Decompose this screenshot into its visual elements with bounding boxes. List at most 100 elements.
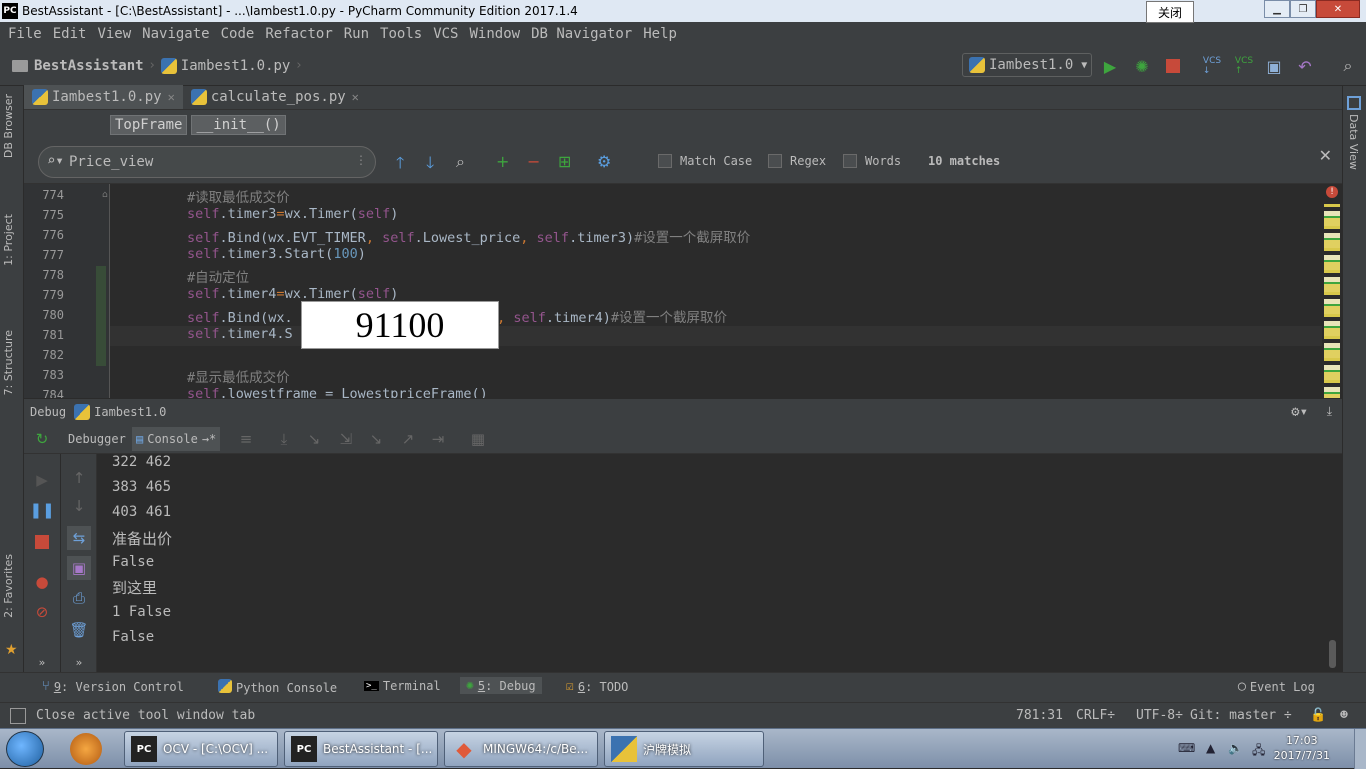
tool-project[interactable]: 1: Project bbox=[2, 214, 15, 266]
words-checkbox[interactable]: Words bbox=[843, 154, 901, 168]
pinned-app-icon[interactable] bbox=[70, 733, 102, 765]
menu-window[interactable]: Window bbox=[470, 26, 521, 42]
clear-all-icon[interactable]: 🗑 bbox=[69, 620, 89, 640]
history-icon[interactable]: ▣ bbox=[1264, 56, 1284, 76]
more-icon[interactable]: » bbox=[69, 652, 89, 672]
mute-breakpoints-icon[interactable]: ⊘ bbox=[32, 602, 52, 622]
arrow-up-icon[interactable]: 🡑 bbox=[396, 152, 404, 179]
breadcrumb-class[interactable]: TopFrame bbox=[110, 115, 188, 135]
rerun-icon[interactable]: ↻ bbox=[32, 429, 52, 449]
error-stripe[interactable]: ! bbox=[1322, 184, 1342, 398]
scroll-to-end-icon[interactable]: ▣ bbox=[67, 556, 91, 580]
gear-icon[interactable]: ⚙▾ bbox=[1291, 404, 1308, 420]
add-occurrence-icon[interactable]: + bbox=[496, 152, 509, 171]
menu-vcs[interactable]: VCS bbox=[433, 26, 458, 42]
console-output[interactable]: 322 462 383 465 403 461 准备出价 False 到这里 1… bbox=[97, 454, 1342, 672]
close-icon[interactable]: ✕ bbox=[352, 90, 359, 104]
arrow-down-icon[interactable]: 🡓 bbox=[426, 152, 434, 179]
tool-favorites[interactable]: 2: Favorites bbox=[2, 554, 15, 618]
keyboard-icon[interactable]: ⌨ bbox=[1178, 741, 1195, 755]
tab-debugger[interactable]: Debugger bbox=[64, 427, 130, 451]
resume-icon[interactable]: ▶ bbox=[32, 470, 52, 490]
show-hidden-icons-icon[interactable]: ▲ bbox=[1206, 741, 1215, 755]
menu-help[interactable]: Help bbox=[643, 26, 677, 42]
search-icon[interactable]: ⌕▾ bbox=[47, 153, 64, 169]
menu-run[interactable]: Run bbox=[344, 26, 369, 42]
menu-view[interactable]: View bbox=[97, 26, 131, 42]
revert-icon[interactable]: ↶ bbox=[1295, 56, 1315, 76]
vcs-commit-icon[interactable]: VCS ↑ bbox=[1234, 56, 1254, 76]
tab-version-control[interactable]: ⑂ 9: Version Control bbox=[42, 679, 184, 694]
tab-todo[interactable]: ☑ 6: TODO bbox=[566, 679, 628, 694]
close-button[interactable]: ✕ bbox=[1316, 0, 1360, 18]
maximize-button[interactable]: ❐ bbox=[1290, 0, 1316, 18]
stop-icon[interactable] bbox=[32, 532, 52, 552]
nav-file[interactable]: Iambest1.0.py bbox=[181, 58, 291, 74]
tool-data-view[interactable]: Data View bbox=[1347, 114, 1360, 170]
stop-icon[interactable] bbox=[1163, 56, 1183, 76]
taskbar-app-mingw[interactable]: ◆ MINGW64:/c/Be... bbox=[444, 731, 598, 767]
regex-checkbox[interactable]: Regex bbox=[768, 154, 826, 168]
hide-icon[interactable]: ⤓ bbox=[1327, 404, 1332, 419]
close-icon[interactable]: ✕ bbox=[1319, 146, 1332, 165]
network-icon[interactable]: 🖧 bbox=[1252, 741, 1265, 762]
fold-icon[interactable]: ⌂ bbox=[102, 190, 108, 200]
step-into-my-code-icon[interactable]: ↘ bbox=[366, 429, 386, 449]
show-execution-point-icon[interactable]: ⤓ bbox=[274, 429, 294, 449]
git-branch[interactable]: Git: master ÷ bbox=[1190, 708, 1292, 723]
tool-structure[interactable]: 7: Structure bbox=[2, 330, 15, 395]
tab-event-log[interactable]: ◯ Event Log bbox=[1238, 679, 1315, 694]
debug-config[interactable]: Iambest1.0 bbox=[94, 405, 166, 419]
vcs-update-icon[interactable]: VCS ↓ bbox=[1202, 56, 1222, 76]
inspector-icon[interactable]: ☻ bbox=[1340, 708, 1348, 723]
tool-db-browser[interactable]: DB Browser bbox=[2, 94, 15, 158]
menu-edit[interactable]: Edit bbox=[53, 26, 87, 42]
tab-debug[interactable]: ✺ 5: Debug bbox=[460, 677, 542, 694]
step-out-icon[interactable]: ↗ bbox=[398, 429, 418, 449]
lock-icon[interactable]: 🔓 bbox=[1310, 708, 1326, 723]
run-configuration-dropdown[interactable]: Iambest1.0 ▼ bbox=[962, 53, 1092, 77]
menu-db-navigator[interactable]: DB Navigator bbox=[531, 26, 632, 42]
menu-tools[interactable]: Tools bbox=[380, 26, 422, 42]
view-breakpoints-icon[interactable]: ● bbox=[32, 572, 52, 592]
match-case-checkbox[interactable]: Match Case bbox=[658, 154, 752, 168]
step-into-icon[interactable]: ⇲ bbox=[336, 429, 356, 449]
code-editor[interactable]: 774 775 776 777 778 779 780 781 782 783 … bbox=[24, 184, 1342, 398]
clock[interactable]: 17:03 2017/7/31 bbox=[1274, 733, 1330, 763]
taskbar-app-simulator[interactable]: py 沪牌模拟 bbox=[604, 731, 764, 767]
more-icon[interactable]: » bbox=[32, 652, 52, 672]
tab-calculate-pos[interactable]: calculate_pos.py ✕ bbox=[183, 85, 367, 109]
clear-icon[interactable]: ⋮ bbox=[355, 153, 367, 167]
step-over-icon[interactable]: ↘ bbox=[304, 429, 324, 449]
remove-occurrence-icon[interactable]: − bbox=[527, 152, 540, 171]
debug-bug-icon[interactable]: ✺ bbox=[1132, 56, 1152, 76]
menu-code[interactable]: Code bbox=[221, 26, 255, 42]
start-button[interactable] bbox=[6, 731, 44, 767]
search-icon[interactable]: ⌕ bbox=[1338, 56, 1358, 76]
run-icon[interactable]: ▶ bbox=[1100, 56, 1120, 76]
scroll-down-icon[interactable]: ↓ bbox=[69, 496, 89, 516]
tab-iambest[interactable]: Iambest1.0.py ✕ bbox=[24, 85, 183, 109]
gear-icon[interactable]: ⚙ bbox=[597, 152, 611, 171]
close-icon[interactable]: ✕ bbox=[168, 90, 175, 104]
taskbar-app-ocv[interactable]: PC OCV - [C:\OCV] ... bbox=[124, 731, 278, 767]
evaluate-icon[interactable]: ▦ bbox=[468, 429, 488, 449]
menu-file[interactable]: File bbox=[8, 26, 42, 42]
menu-refactor[interactable]: Refactor bbox=[265, 26, 332, 42]
list-icon[interactable]: ≡ bbox=[236, 429, 256, 449]
show-desktop-button[interactable] bbox=[1354, 729, 1366, 769]
tool-windows-icon[interactable] bbox=[10, 708, 26, 724]
run-to-cursor-icon[interactable]: ⇥ bbox=[428, 429, 448, 449]
tab-console[interactable]: ▤ Console →* bbox=[132, 427, 221, 451]
minimize-button[interactable]: ▁ bbox=[1264, 0, 1290, 18]
taskbar-app-bestassistant[interactable]: PC BestAssistant - [... bbox=[284, 731, 438, 767]
select-all-icon[interactable]: ⊞ bbox=[558, 152, 571, 171]
tab-terminal[interactable]: >_ Terminal bbox=[364, 679, 441, 693]
file-encoding[interactable]: UTF-8÷ bbox=[1136, 708, 1183, 723]
scroll-up-icon[interactable]: ↑ bbox=[69, 468, 89, 488]
pause-icon[interactable]: ❚❚ bbox=[29, 500, 54, 520]
volume-icon[interactable]: 🔈 bbox=[1228, 741, 1243, 755]
console-scrollbar[interactable] bbox=[1329, 640, 1336, 668]
breadcrumb-method[interactable]: __init__() bbox=[191, 115, 286, 135]
cursor-position[interactable]: 781:31 bbox=[1016, 708, 1063, 723]
